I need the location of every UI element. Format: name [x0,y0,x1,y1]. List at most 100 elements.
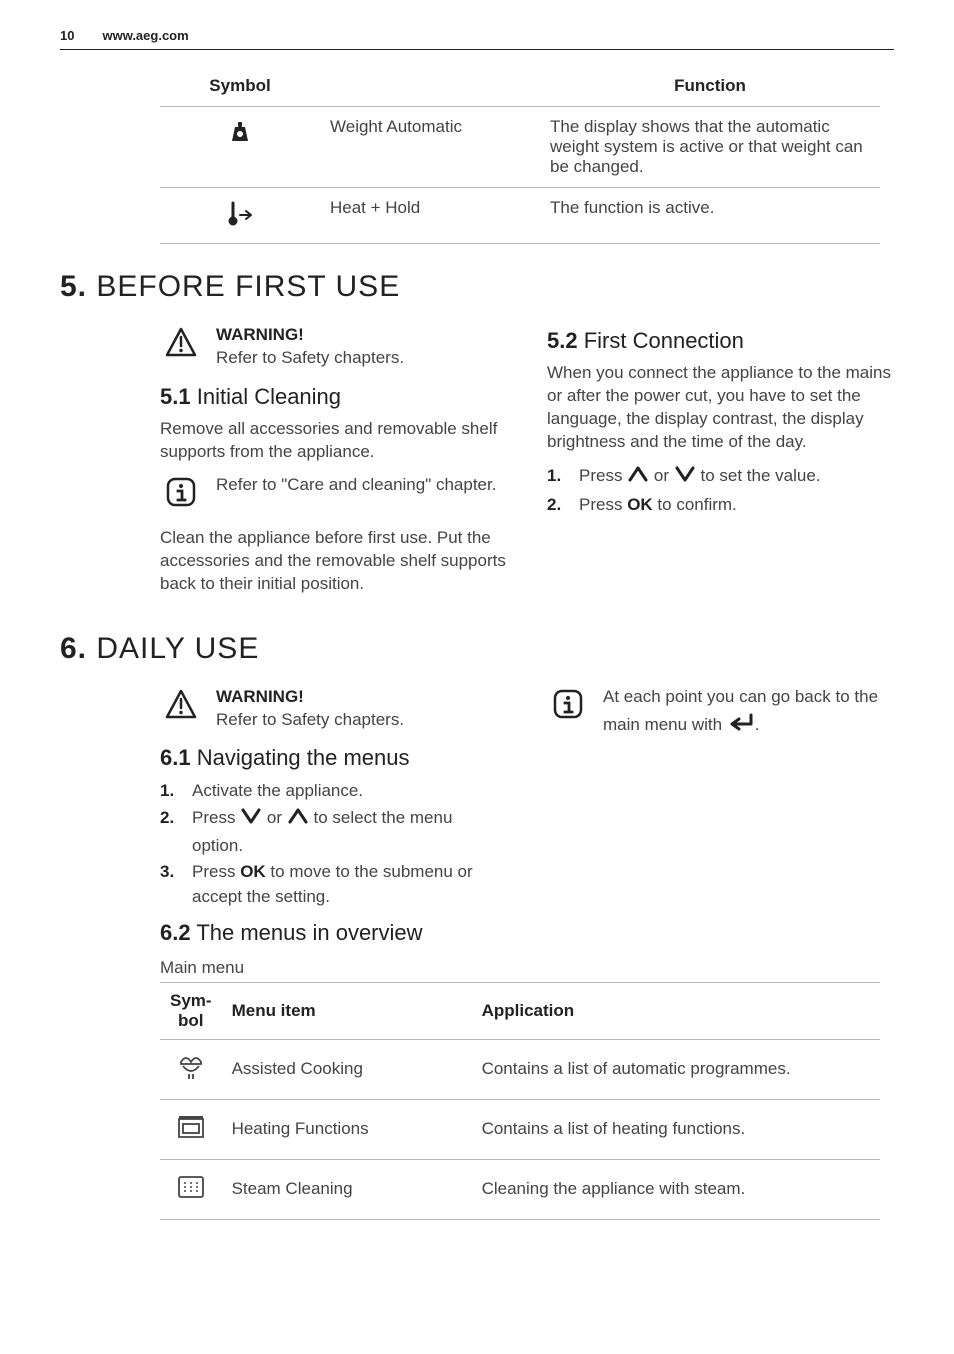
subsection-number: 6.2 [160,920,191,945]
body-text: Remove all accessories and removable she… [160,418,507,464]
main-menu-label: Main menu [160,958,507,978]
table-header-function: Function [540,68,880,107]
page-number: 10 [60,28,74,43]
table-header-menu-item: Menu item [222,982,472,1039]
subsection-5-1-heading: 5.1 Initial Cleaning [160,384,507,410]
subsection-title: First Connection [584,328,744,353]
function-name: Heat + Hold [320,188,540,244]
function-desc: The display shows that the automatic wei… [540,107,880,188]
info-block: Refer to "Care and cleaning" chapter. [160,474,507,513]
subsection-number: 6.1 [160,745,191,770]
heating-functions-icon [176,1127,206,1146]
step-number: 1. [160,779,180,804]
body-text: Clean the appliance before first use. Pu… [160,527,507,596]
info-block: At each point you can go back to the mai… [547,686,894,740]
warning-title: WARNING! [216,325,304,344]
step-text: or [654,466,674,485]
menu-item-name: Steam Cleaning [222,1159,472,1219]
table-header-application: Application [472,982,880,1039]
warning-block: WARNING! Refer to Safety chapters. [160,324,507,370]
warning-icon [165,688,197,725]
warning-icon [165,326,197,363]
steps-list: 1. Activate the appliance. 2. Press or t… [160,779,507,909]
subsection-6-1-heading: 6.1 Navigating the menus [160,745,507,771]
warning-text: Refer to Safety chapters. [216,710,404,729]
subsection-title: The menus in overview [196,920,422,945]
table-header-symbol: Sym- bol [160,982,222,1039]
step-text: Press [192,862,240,881]
step-item: 1. Press or to set the value. [547,464,894,492]
subsection-title: Navigating the menus [197,745,410,770]
info-text: Refer to "Care and cleaning" chapter. [216,474,507,513]
left-column: WARNING! Refer to Safety chapters. 5.1 I… [60,318,507,606]
right-column: 5.2 First Connection When you connect th… [547,318,894,606]
table-row: Steam Cleaning Cleaning the appliance wi… [160,1159,880,1219]
section-number: 6. [60,632,87,665]
chevron-down-icon [240,806,262,834]
body-text: When you connect the appliance to the ma… [547,362,894,454]
function-name: Weight Automatic [320,107,540,188]
subsection-title: Initial Cleaning [197,384,341,409]
step-text: to confirm. [657,495,736,514]
table-row: Heat + Hold The function is active. [160,188,880,244]
warning-title: WARNING! [216,687,304,706]
section-number: 5. [60,270,87,303]
steam-cleaning-icon [176,1187,206,1206]
table-row: Assisted Cooking Contains a list of auto… [160,1039,880,1099]
back-icon [727,709,755,740]
step-text: Press [579,495,627,514]
weight-icon [227,130,253,149]
symbol-function-table: Symbol Function Weight Automatic The dis… [160,68,880,244]
section-5-heading: 5. BEFORE FIRST USE [60,270,894,304]
info-text: . [755,715,760,734]
step-text: Press [579,466,627,485]
header-rule [60,49,894,50]
step-text: or [267,808,287,827]
table-row: Heating Functions Contains a list of hea… [160,1099,880,1159]
step-item: 2. Press OK to confirm. [547,493,894,518]
manual-page: 10 www.aeg.com Symbol Function Weight Au… [0,0,954,1260]
ok-label: OK [627,495,653,514]
chevron-up-icon [627,464,649,492]
subsection-number: 5.2 [547,328,578,353]
table-header-symbol: Symbol [160,68,320,107]
ok-label: OK [240,862,266,881]
step-number: 1. [547,464,567,492]
subsection-6-2-heading: 6.2 The menus in overview [160,920,507,946]
info-icon [165,476,197,513]
heat-hold-icon [226,213,254,232]
table-row: Weight Automatic The display shows that … [160,107,880,188]
step-number: 3. [160,860,180,909]
menu-item-desc: Contains a list of automatic programmes. [472,1039,880,1099]
step-number: 2. [160,806,180,858]
menu-item-desc: Contains a list of heating functions. [472,1099,880,1159]
chevron-up-icon [287,806,309,834]
step-text: Press [192,808,240,827]
step-number: 2. [547,493,567,518]
warning-text: Refer to Safety chapters. [216,348,404,367]
step-item: 2. Press or to select the menu option. [160,806,507,858]
chevron-down-icon [674,464,696,492]
main-menu-table: Sym- bol Menu item Application Assisted … [160,982,880,1220]
step-item: 1. Activate the appliance. [160,779,507,804]
menu-item-name: Assisted Cooking [222,1039,472,1099]
info-icon [552,688,584,725]
left-column: WARNING! Refer to Safety chapters. 6.1 N… [60,680,507,982]
menu-item-desc: Cleaning the appliance with steam. [472,1159,880,1219]
warning-block: WARNING! Refer to Safety chapters. [160,686,507,732]
step-text: Activate the appliance. [192,779,507,804]
section-title: BEFORE FIRST USE [96,270,400,303]
assisted-cooking-icon [176,1067,206,1086]
steps-list: 1. Press or to set the value. 2. Press O… [547,464,894,518]
menu-item-name: Heating Functions [222,1099,472,1159]
step-item: 3. Press OK to move to the submenu or ac… [160,860,507,909]
section-title: DAILY USE [96,632,259,665]
header-url: www.aeg.com [102,28,188,43]
page-header: 10 www.aeg.com [60,28,894,43]
right-column: At each point you can go back to the mai… [547,680,894,982]
subsection-5-2-heading: 5.2 First Connection [547,328,894,354]
section-6-heading: 6. DAILY USE [60,632,894,666]
subsection-number: 5.1 [160,384,191,409]
function-desc: The function is active. [540,188,880,244]
step-text: to set the value. [701,466,821,485]
